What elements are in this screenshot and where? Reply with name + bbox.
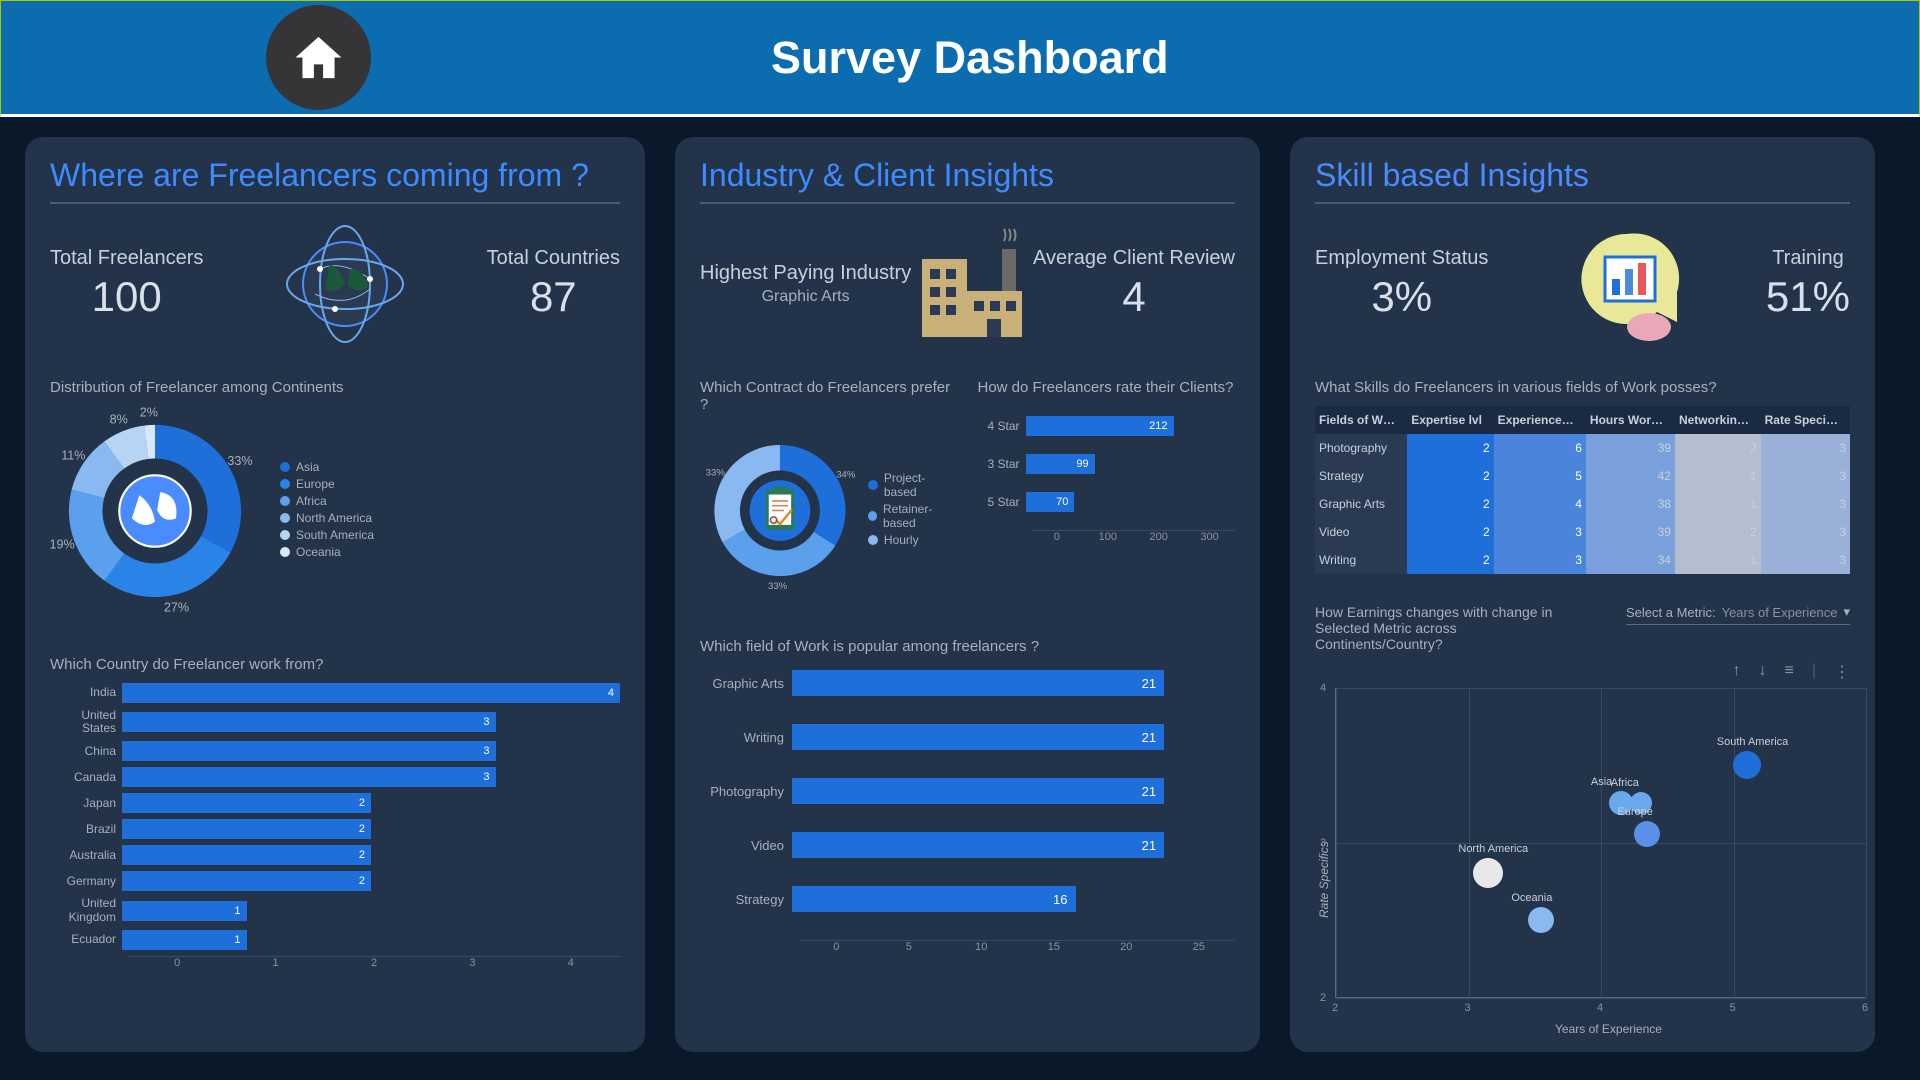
kpi-sublabel: Graphic Arts — [700, 288, 911, 306]
chart-toolbar: ↑ ↓ ≡ | ⋮ — [1315, 662, 1850, 682]
kpi-avg-review: Average Client Review 4 — [1033, 247, 1235, 321]
y-axis-label: Rate Specifics — [1317, 841, 1331, 918]
donut-chart-continents[interactable]: 33% 27% 19% 11% 8% 2% — [50, 406, 260, 616]
chart-title-country: Which Country do Freelancer work from? — [50, 656, 620, 673]
kpi-value: 87 — [487, 273, 620, 321]
settings-icon[interactable]: ≡ — [1785, 662, 1794, 682]
home-icon — [291, 30, 346, 85]
panel-title-right: Skill based Insights — [1315, 157, 1850, 204]
svg-text:27%: 27% — [164, 601, 189, 615]
chart-title-skills-table: What Skills do Freelancers in various fi… — [1315, 379, 1850, 396]
more-icon[interactable]: ⋮ — [1834, 662, 1850, 682]
kpi-employment: Employment Status 3% — [1315, 247, 1488, 321]
kpi-label: Highest Paying Industry — [700, 262, 911, 285]
sort-asc-icon[interactable]: ↑ — [1733, 662, 1741, 682]
kpi-value: 3% — [1315, 273, 1488, 321]
page-title: Survey Dashboard — [771, 32, 1169, 84]
legend-continents: AsiaEuropeAfricaNorth AmericaSouth Ameri… — [280, 460, 374, 562]
bar-chart-country[interactable]: India4United States3China3Canada3Japan2B… — [50, 683, 620, 969]
home-button[interactable] — [266, 5, 371, 110]
kpi-value: 51% — [1766, 273, 1850, 321]
select-value: Years of Experience — [1722, 605, 1838, 620]
donut-chart-contract[interactable]: 34% 33% 33% — [700, 423, 860, 598]
chart-title-continents: Distribution of Freelancer among Contine… — [50, 379, 620, 396]
svg-text:33%: 33% — [227, 454, 252, 468]
chart-title-scatter: How Earnings changes with change in Sele… — [1315, 604, 1575, 652]
select-label: Select a Metric: — [1626, 605, 1716, 620]
kpi-label: Total Freelancers — [50, 247, 203, 270]
svg-text:33%: 33% — [706, 467, 726, 478]
panel-freelancers: Where are Freelancers coming from ? Tota… — [25, 137, 645, 1052]
kpi-label: Total Countries — [487, 247, 620, 270]
panel-title-left: Where are Freelancers coming from ? — [50, 157, 620, 204]
donut-continents: 33% 27% 19% 11% 8% 2% AsiaEuropeAfricaNorth A… — [50, 406, 620, 616]
header: Survey Dashboard — [0, 0, 1920, 117]
svg-text:2%: 2% — [140, 406, 158, 420]
kpi-label: Training — [1766, 247, 1850, 270]
svg-text:11%: 11% — [61, 449, 85, 463]
x-axis-label: Years of Experience — [1555, 1022, 1662, 1036]
main-content: Where are Freelancers coming from ? Tota… — [0, 117, 1920, 1072]
panel-industry: Industry & Client Insights Highest Payin… — [675, 137, 1260, 1052]
bar-chart-field[interactable]: Graphic Arts21Writing21Photography21Vide… — [700, 670, 1235, 953]
svg-text:34%: 34% — [836, 469, 856, 480]
panel-skills: Skill based Insights Employment Status 3… — [1290, 137, 1875, 1052]
divider: | — [1812, 662, 1816, 682]
sort-desc-icon[interactable]: ↓ — [1759, 662, 1767, 682]
factory-icon — [912, 219, 1032, 349]
globe-icon — [285, 219, 405, 349]
skills-icon — [1567, 219, 1687, 349]
chevron-down-icon: ▾ — [1843, 604, 1850, 620]
legend-contract: Project-basedRetainer-basedHourly — [868, 471, 958, 550]
bar-chart-rating[interactable]: 4 Star2123 Star995 Star700100200300 — [978, 416, 1236, 543]
kpi-total-countries: Total Countries 87 — [487, 247, 620, 321]
svg-text:33%: 33% — [768, 581, 788, 592]
kpi-value: 100 — [50, 273, 203, 321]
skills-heatmap-table[interactable]: Fields of W…Expertise lvlExperience…Hour… — [1315, 406, 1850, 574]
panel-title-mid: Industry & Client Insights — [700, 157, 1235, 204]
kpi-highest-paying: Highest Paying Industry Graphic Arts — [700, 262, 911, 306]
kpi-training: Training 51% — [1766, 247, 1850, 321]
kpi-total-freelancers: Total Freelancers 100 — [50, 247, 203, 321]
chart-title-contract: Which Contract do Freelancers prefer ? — [700, 379, 958, 413]
svg-text:8%: 8% — [110, 412, 128, 426]
kpi-label: Employment Status — [1315, 247, 1488, 270]
svg-text:19%: 19% — [50, 538, 75, 552]
kpi-label: Average Client Review — [1033, 247, 1235, 270]
kpi-value: 4 — [1033, 273, 1235, 321]
chart-title-rating: How do Freelancers rate their Clients? — [978, 379, 1236, 396]
scatter-plot[interactable]: 23456234South AmericaAsiaAfricaEuropeNor… — [1335, 688, 1865, 998]
chart-title-field: Which field of Work is popular among fre… — [700, 638, 1235, 655]
metric-select[interactable]: Select a Metric: Years of Experience ▾ — [1626, 604, 1850, 625]
